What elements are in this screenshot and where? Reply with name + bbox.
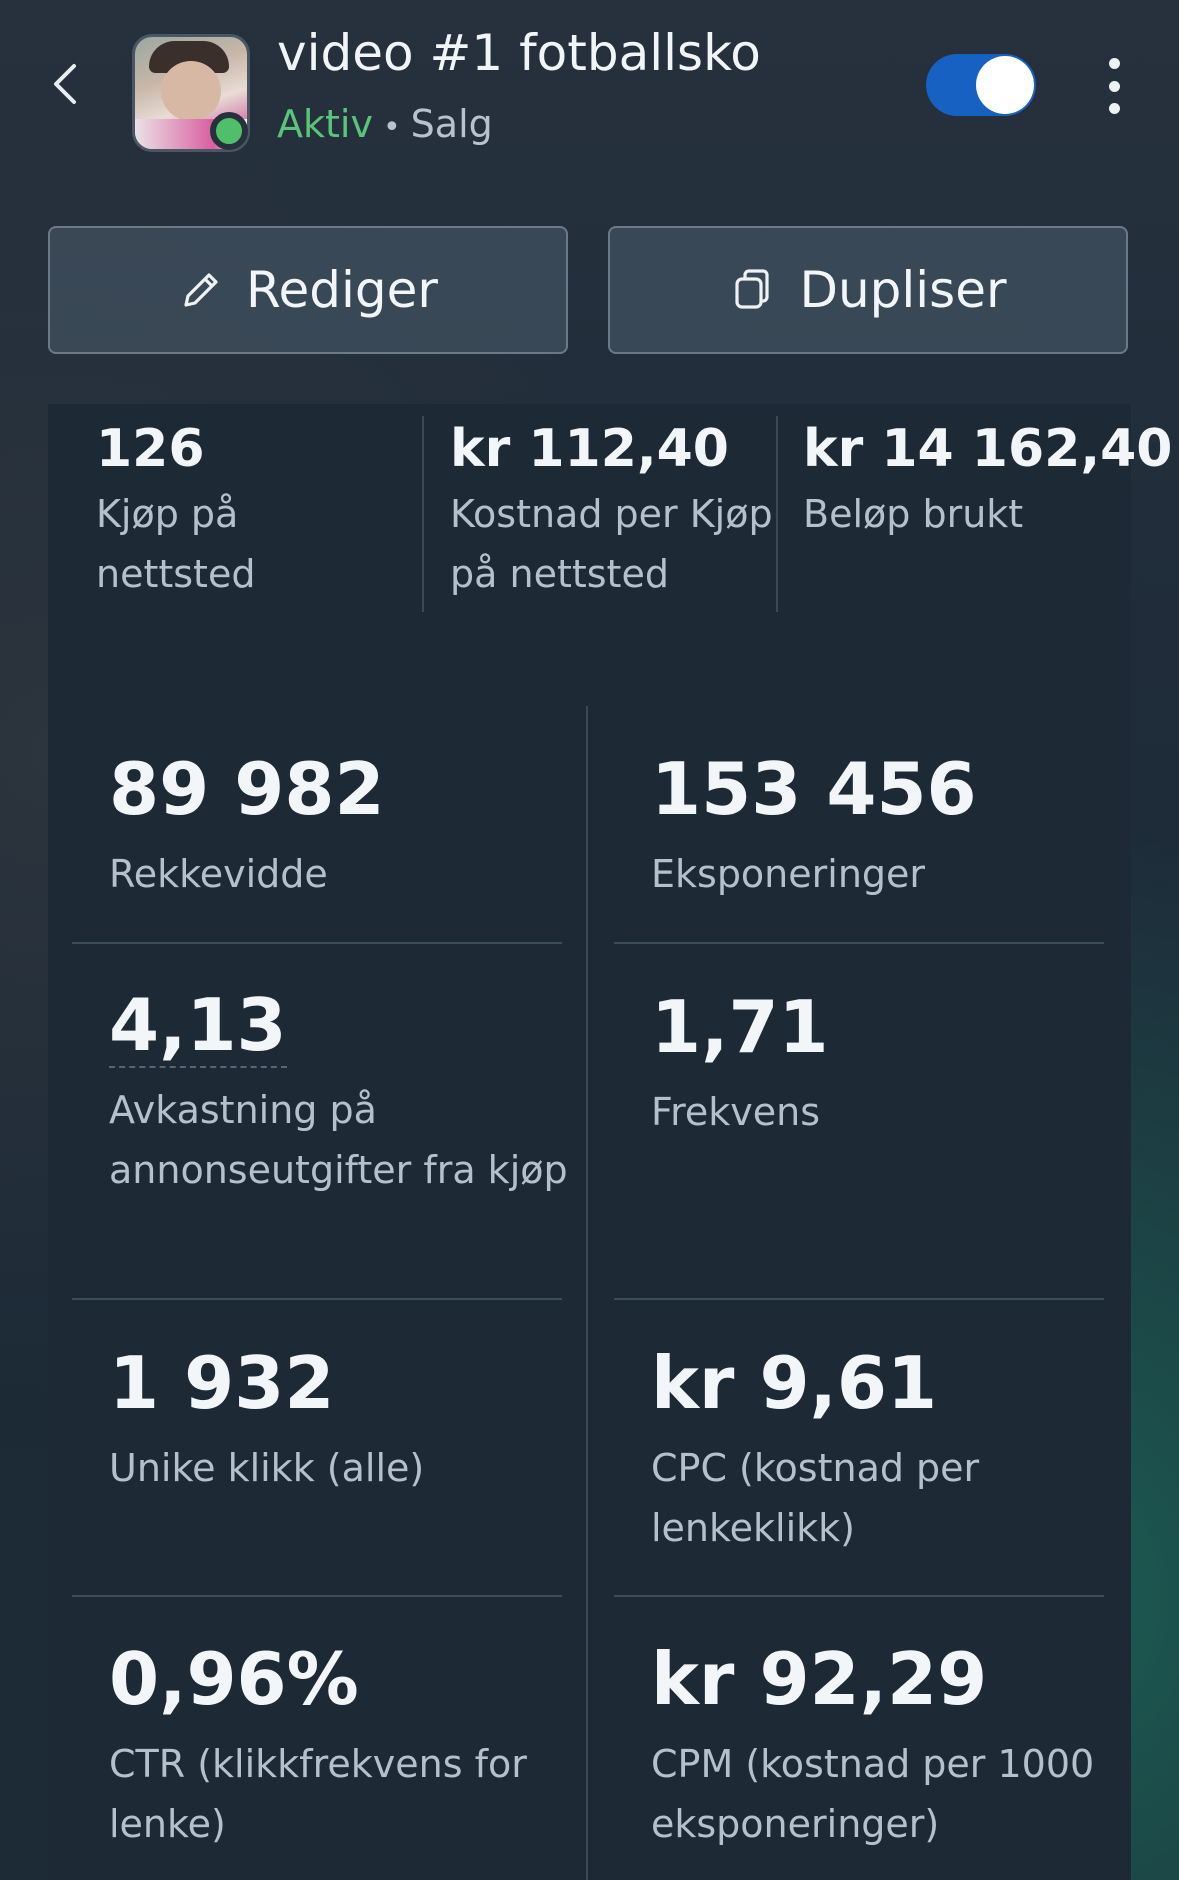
metric-value: kr 9,61: [651, 1341, 938, 1425]
chevron-left-icon: [54, 64, 76, 104]
insights-panel: 126 Kjøp på nettsted kr 112,40 Kostnad p…: [48, 404, 1173, 1880]
metric-value: kr 92,29: [651, 1637, 988, 1721]
back-button[interactable]: [40, 60, 88, 108]
metric-roas[interactable]: 4,13 Avkastning på annonseutgifter fra k…: [109, 984, 599, 1200]
summary-divider: [422, 416, 424, 612]
more-options-button[interactable]: [1094, 58, 1134, 114]
metric-label: CPC (kostnad per lenkeklikk): [651, 1446, 980, 1550]
metric-label: Eksponeringer: [651, 852, 926, 896]
metric-value: 89 982: [109, 747, 385, 831]
more-vertical-icon: [1108, 58, 1120, 69]
ad-title: video #1 fotballsko: [277, 24, 761, 82]
metric-cpc[interactable]: kr 9,61 CPC (kostnad per lenkeklikk): [651, 1340, 1141, 1558]
status-label: Aktiv: [277, 102, 373, 146]
metric-label: CPM (kostnad per 1000 eksponeringer): [651, 1742, 1095, 1846]
summary-divider: [776, 416, 778, 612]
summary-label: Beløp brukt: [803, 492, 1024, 536]
pencil-icon: [184, 273, 218, 307]
summary-amount-spent[interactable]: kr 14 162,40 Beløp brukt: [803, 418, 1173, 544]
edit-button[interactable]: Rediger: [48, 226, 568, 354]
row-divider: [72, 1298, 562, 1300]
metric-value: 1,71: [651, 985, 829, 1069]
metric-cpm[interactable]: kr 92,29 CPM (kostnad per 1000 eksponeri…: [651, 1636, 1141, 1854]
metric-label: Unike klikk (alle): [109, 1446, 425, 1490]
metric-label: Rekkevidde: [109, 852, 328, 896]
summary-label: Kostnad per Kjøp på nettsted: [450, 492, 773, 596]
metric-reach[interactable]: 89 982 Rekkevidde: [109, 746, 599, 904]
metric-impressions[interactable]: 153 456 Eksponeringer: [651, 746, 1141, 904]
row-divider: [614, 1298, 1104, 1300]
duplicate-button[interactable]: Dupliser: [608, 226, 1128, 354]
copy-icon: [735, 269, 770, 309]
metric-value: 153 456: [651, 747, 977, 831]
row-divider: [72, 942, 562, 944]
summary-label: Kjøp på nettsted: [96, 492, 256, 596]
metric-value: 1 932: [109, 1341, 335, 1425]
subtitle-separator: •: [382, 110, 401, 145]
summary-cost-per-purchase[interactable]: kr 112,40 Kostnad per Kjøp på nettsted: [450, 418, 780, 604]
row-divider: [72, 1595, 562, 1597]
metric-value: 4,13: [109, 983, 287, 1068]
row-divider: [614, 1595, 1104, 1597]
summary-stats: 126 Kjøp på nettsted kr 112,40 Kostnad p…: [48, 404, 1173, 624]
edit-button-label: Rediger: [246, 261, 438, 319]
metric-frequency[interactable]: 1,71 Frekvens: [651, 984, 1141, 1142]
objective-label: Salg: [410, 102, 493, 146]
summary-purchases[interactable]: 126 Kjøp på nettsted: [96, 418, 396, 604]
row-divider: [614, 942, 1104, 944]
metric-label: Avkastning på annonseutgifter fra kjøp: [109, 1088, 568, 1192]
ad-header: video #1 fotballsko Aktiv • Salg: [0, 0, 1179, 190]
ad-active-toggle[interactable]: [926, 54, 1036, 116]
metric-label: CTR (klikkfrekvens for lenke): [109, 1742, 527, 1846]
metric-value: 0,96%: [109, 1637, 359, 1721]
metric-unique-clicks[interactable]: 1 932 Unike klikk (alle): [109, 1340, 599, 1498]
summary-value: 126: [96, 419, 205, 479]
summary-value: kr 14 162,40: [803, 419, 1173, 479]
active-status-dot: [210, 112, 248, 150]
ad-subtitle: Aktiv • Salg: [277, 102, 493, 146]
metric-label: Frekvens: [651, 1090, 821, 1134]
summary-value: kr 112,40: [450, 419, 729, 479]
metric-ctr[interactable]: 0,96% CTR (klikkfrekvens for lenke): [109, 1636, 599, 1854]
toggle-knob: [976, 56, 1034, 114]
duplicate-button-label: Dupliser: [799, 261, 1007, 319]
